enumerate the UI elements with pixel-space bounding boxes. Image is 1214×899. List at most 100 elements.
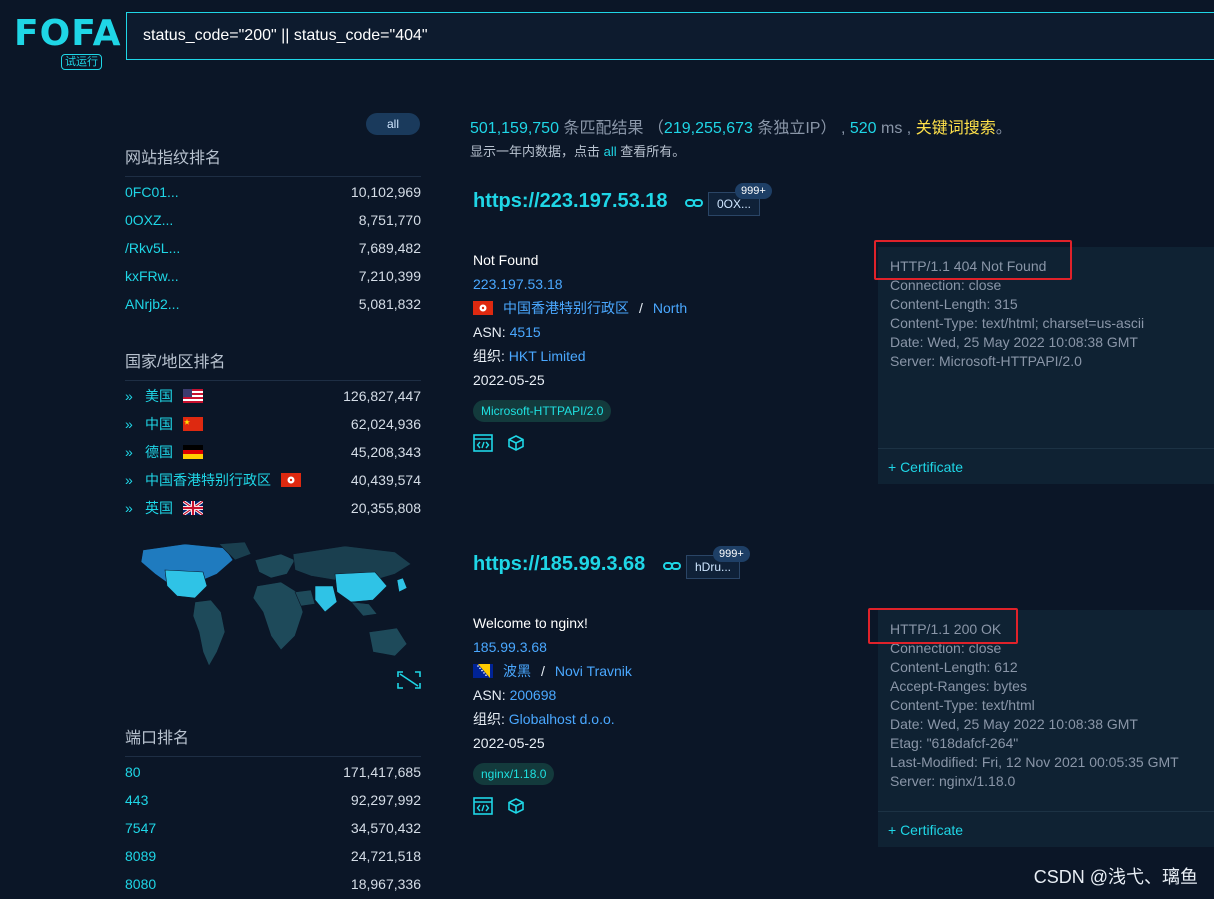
result-ip-link[interactable]: 223.197.53.18 xyxy=(473,276,563,292)
fingerprint-name[interactable]: 0OXZ... xyxy=(125,212,173,228)
chevron-right-icon: » xyxy=(125,472,133,488)
fingerprint-row[interactable]: kxFRw... 7,210,399 xyxy=(125,262,421,290)
result-card: https://185.99.3.68 hDru... 999+ Welcome… xyxy=(473,546,1214,853)
cube-icon[interactable] xyxy=(507,797,525,815)
fingerprint-count: 8,751,770 xyxy=(358,212,421,228)
status-highlight-box xyxy=(868,608,1018,644)
region-link[interactable]: 中国香港特别行政区 xyxy=(503,296,629,320)
port-ranking: 端口排名 80 171,417,685 443 92,297,992 7547 34,… xyxy=(125,724,421,898)
country-row[interactable]: » 美国 126,827,447 xyxy=(125,382,421,410)
result-info: Not Found 223.197.53.18 中国香港特别行政区 / Nort… xyxy=(473,248,687,452)
country-count: 126,827,447 xyxy=(343,388,421,404)
fingerprint-row[interactable]: /Rkv5L... 7,689,482 xyxy=(125,234,421,262)
fingerprint-ranking-title: 网站指纹排名 xyxy=(125,144,421,177)
status-highlight-box xyxy=(874,240,1072,280)
country-name[interactable]: 中国香港特别行政区 xyxy=(145,470,271,490)
total-count: 501,159,750 xyxy=(470,120,559,137)
fingerprint-ranking: 网站指纹排名 0FC01... 10,102,969 0OXZ... 8,751,7… xyxy=(125,144,421,318)
port-number[interactable]: 8080 xyxy=(125,876,156,892)
result-ip-link[interactable]: 185.99.3.68 xyxy=(473,639,547,655)
chevron-right-icon: » xyxy=(125,388,133,404)
fingerprint-row[interactable]: 0OXZ... 8,751,770 xyxy=(125,206,421,234)
org-link[interactable]: Globalhost d.o.o. xyxy=(509,711,615,727)
fingerprint-row[interactable]: 0FC01... 10,102,969 xyxy=(125,178,421,206)
result-stats: 501,159,750 条匹配结果 （219,255,673 条独立IP） , … xyxy=(470,114,1012,138)
port-count: 18,967,336 xyxy=(350,876,421,892)
port-number[interactable]: 443 xyxy=(125,792,148,808)
result-date: 2022-05-25 xyxy=(473,372,545,388)
all-filter-button[interactable]: all xyxy=(366,113,420,135)
asn-label: ASN: xyxy=(473,687,506,703)
server-tag[interactable]: nginx/1.18.0 xyxy=(473,763,555,785)
port-number[interactable]: 7547 xyxy=(125,820,156,836)
fingerprint-count: 5,081,832 xyxy=(358,296,421,312)
country-ranking-title: 国家/地区排名 xyxy=(125,348,421,381)
stats-comma: , xyxy=(906,120,912,137)
country-name[interactable]: 中国 xyxy=(145,414,173,434)
de-flag-icon xyxy=(183,445,203,459)
hk-flag-icon xyxy=(281,473,301,487)
query-ms-label: ms xyxy=(881,120,903,137)
result-date: 2022-05-25 xyxy=(473,735,545,751)
total-label: 条匹配结果 xyxy=(563,120,644,137)
code-icon[interactable] xyxy=(473,797,493,815)
tag-count-badge: 999+ xyxy=(713,546,750,562)
search-input[interactable] xyxy=(127,13,1214,59)
query-ms: 520 xyxy=(849,120,877,137)
port-row[interactable]: 7547 34,570,432 xyxy=(125,814,421,842)
port-row[interactable]: 443 92,297,992 xyxy=(125,786,421,814)
country-name[interactable]: 美国 xyxy=(145,386,173,406)
fingerprint-name[interactable]: kxFRw... xyxy=(125,268,179,284)
asn-link[interactable]: 200698 xyxy=(510,687,557,703)
cube-icon[interactable] xyxy=(507,434,525,452)
location-separator: / xyxy=(639,300,643,316)
certificate-toggle[interactable]: + Certificate xyxy=(878,448,1214,484)
asn-link[interactable]: 4515 xyxy=(510,324,541,340)
port-row[interactable]: 8089 24,721,518 xyxy=(125,842,421,870)
us-flag-icon xyxy=(183,389,203,403)
country-count: 62,024,936 xyxy=(350,416,421,432)
fingerprint-name[interactable]: /Rkv5L... xyxy=(125,240,180,256)
port-count: 34,570,432 xyxy=(350,820,421,836)
fingerprint-name[interactable]: 0FC01... xyxy=(125,184,179,200)
stats-comma: , xyxy=(840,120,846,137)
country-row[interactable]: » 英国 20,355,808 xyxy=(125,494,421,522)
code-icon[interactable] xyxy=(473,434,493,452)
city-link[interactable]: Novi Travnik xyxy=(555,659,632,683)
fofa-logo[interactable]: FOFA 试运行 xyxy=(14,13,122,74)
port-row[interactable]: 8080 18,967,336 xyxy=(125,870,421,898)
csdn-watermark: CSDN @浅弋、璃鱼 xyxy=(1033,867,1198,887)
hint-prefix: 显示一年内数据，点击 xyxy=(470,144,601,159)
port-number[interactable]: 80 xyxy=(125,764,141,780)
fingerprint-name[interactable]: ANrjb2... xyxy=(125,296,179,312)
result-url-link[interactable]: https://185.99.3.68 xyxy=(473,553,645,575)
world-map xyxy=(140,541,421,689)
result-card: https://223.197.53.18 0OX... 999+ Not Fo… xyxy=(473,183,1214,490)
gb-flag-icon xyxy=(183,501,203,515)
country-row[interactable]: » 中国 62,024,936 xyxy=(125,410,421,438)
port-row[interactable]: 80 171,417,685 xyxy=(125,758,421,786)
fingerprint-row[interactable]: ANrjb2... 5,081,832 xyxy=(125,290,421,318)
port-number[interactable]: 8089 xyxy=(125,848,156,864)
country-row[interactable]: » 德国 45,208,343 xyxy=(125,438,421,466)
keyword-search-link[interactable]: 关键词搜索 xyxy=(916,120,996,137)
link-icon[interactable] xyxy=(685,198,704,208)
server-tag[interactable]: Microsoft-HTTPAPI/2.0 xyxy=(473,400,612,422)
cn-flag-icon xyxy=(183,417,203,431)
certificate-toggle[interactable]: + Certificate xyxy=(878,811,1214,847)
org-label: 组织: xyxy=(473,348,505,364)
result-url-link[interactable]: https://223.197.53.18 xyxy=(473,190,668,212)
country-count: 40,439,574 xyxy=(350,472,421,488)
logo-text: FOFA xyxy=(14,13,122,54)
country-row[interactable]: » 中国香港特别行政区 40,439,574 xyxy=(125,466,421,494)
country-name[interactable]: 德国 xyxy=(145,442,173,462)
hint-all-link[interactable]: all xyxy=(604,144,617,159)
unique-open-paren: （ xyxy=(647,120,664,137)
link-icon[interactable] xyxy=(663,561,682,571)
expand-icon[interactable] xyxy=(397,671,421,689)
country-name[interactable]: 英国 xyxy=(145,498,173,518)
org-link[interactable]: HKT Limited xyxy=(509,348,586,364)
region-link[interactable]: 波黑 xyxy=(503,659,531,683)
port-count: 171,417,685 xyxy=(343,764,421,780)
city-link[interactable]: North xyxy=(653,296,687,320)
